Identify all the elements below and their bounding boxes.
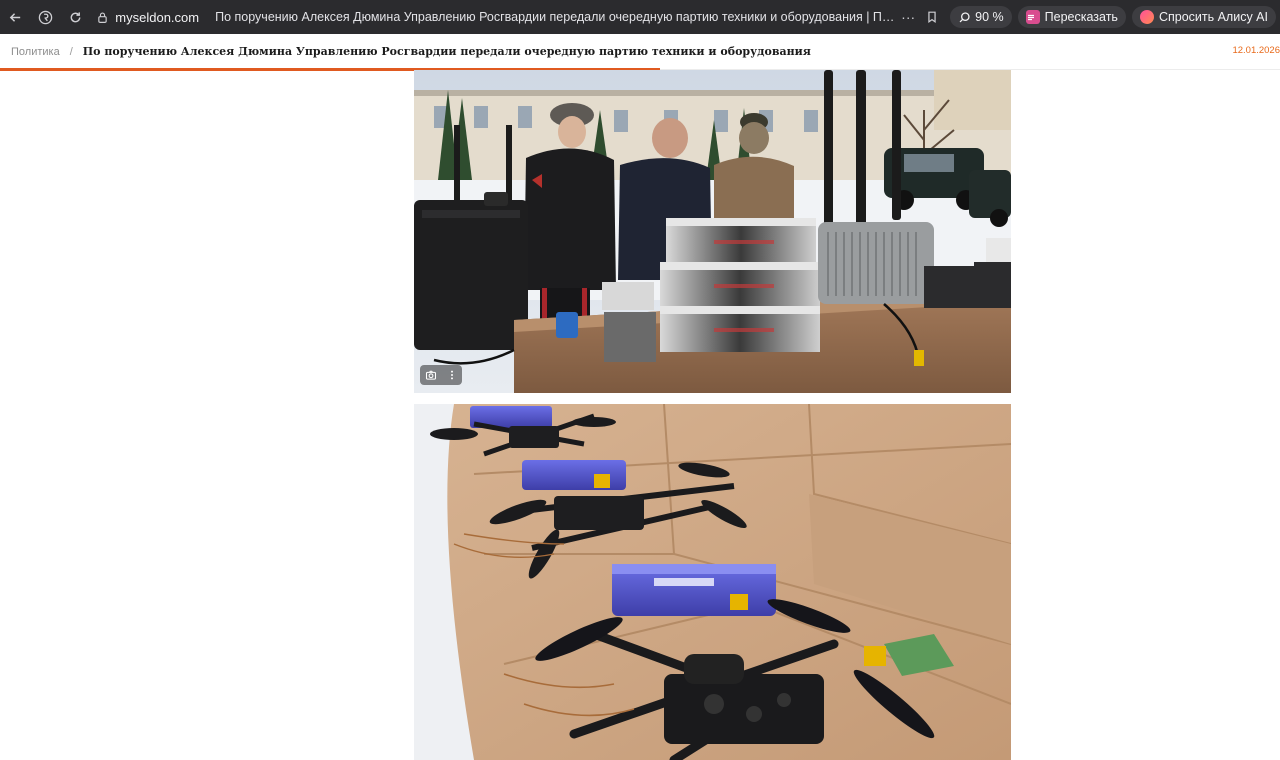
breadcrumb-category[interactable]: Политика (11, 46, 60, 58)
article-title: По поручению Алексея Дюмина Управлению Р… (82, 45, 811, 58)
back-icon[interactable] (0, 0, 30, 34)
lock-icon (96, 9, 109, 25)
breadcrumb-separator: / (69, 45, 73, 58)
article-date: 12.01.2026 (1232, 45, 1280, 56)
article-sticky-header: Политика / По поручению Алексея Дюмина У… (0, 34, 1280, 70)
tab-page-title: По поручению Алексея Дюмина Управлению Р… (215, 10, 896, 24)
address-bar[interactable]: myseldon.com По поручению Алексея Дюмина… (96, 0, 896, 34)
zoom-level: 90 % (975, 10, 1004, 24)
more-menu-icon[interactable]: ··· (896, 5, 920, 29)
url-domain: myseldon.com (115, 9, 200, 25)
camera-icon (425, 370, 436, 380)
retell-icon (1025, 10, 1040, 24)
search-zoom-icon (959, 11, 970, 22)
photo-fpv-drones[interactable] (414, 404, 1011, 760)
reload-icon[interactable] (60, 0, 90, 34)
ask-alice-button[interactable]: Спросить Алису AI (1131, 6, 1276, 28)
alice-icon (1139, 10, 1154, 24)
retell-button[interactable]: Пересказать (1017, 6, 1126, 28)
retell-label: Пересказать (1044, 10, 1118, 24)
photo-equipment-handover[interactable] (414, 70, 1011, 393)
more-vertical-icon (450, 370, 453, 380)
zoom-button[interactable]: 90 % (950, 6, 1012, 28)
browser-toolbar: myseldon.com По поручению Алексея Дюмина… (0, 0, 1280, 34)
ask-alice-label: Спросить Алису AI (1158, 10, 1268, 24)
photo-gallery-button[interactable] (420, 365, 462, 385)
yandex-icon[interactable] (30, 0, 60, 34)
bookmark-icon[interactable] (920, 5, 944, 29)
